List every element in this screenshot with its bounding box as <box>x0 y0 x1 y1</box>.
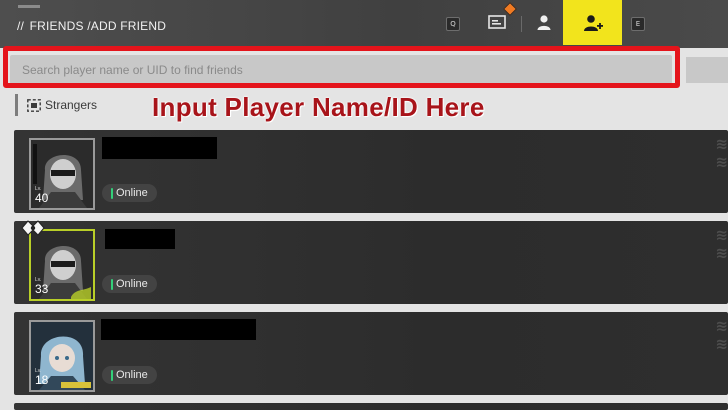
breadcrumb: // FRIENDS /ADD FRIEND <box>17 19 166 33</box>
instruction-annotation: Input Player Name/ID Here <box>152 92 485 122</box>
tab-strangers[interactable]: Strangers <box>15 94 135 116</box>
search-bar-extension <box>686 57 728 83</box>
card-watermark: ≋ ≋ <box>715 227 728 262</box>
status-label: Online <box>116 369 148 381</box>
add-friend-tab-button[interactable] <box>563 0 622 45</box>
redacted-player-name <box>105 229 175 249</box>
list-item[interactable] <box>14 403 728 410</box>
card-watermark: ≋ ≋ <box>715 318 728 353</box>
add-friend-icon <box>583 14 603 31</box>
level-badge: Lv. 33 <box>35 277 48 295</box>
online-indicator <box>111 369 113 381</box>
avatar[interactable]: Lv. 40 <box>29 138 95 210</box>
level-value: 33 <box>35 282 49 296</box>
redacted-player-name <box>102 137 217 159</box>
breadcrumb-current: /ADD FRIEND <box>87 19 167 33</box>
key-hint-e: E <box>631 17 645 31</box>
list-item[interactable]: Lv. 40 Online ≋ ≋ <box>14 130 728 213</box>
online-indicator <box>111 187 113 199</box>
stranger-icon <box>27 98 41 112</box>
status-label: Online <box>116 187 148 199</box>
level-badge: Lv. 40 <box>35 186 48 204</box>
breadcrumb-root[interactable]: FRIENDS <box>30 19 84 33</box>
status-badge: Online <box>102 275 157 293</box>
redacted-player-name <box>101 319 256 340</box>
top-bar: // FRIENDS /ADD FRIEND Q E <box>0 0 728 48</box>
message-icon <box>488 15 506 29</box>
list-item[interactable]: Lv. 18 Online ≋ ≋ <box>14 312 728 395</box>
list-item[interactable]: Lv. 33 Online ≋ ≋ <box>14 221 728 304</box>
team-emblem-icon <box>21 220 45 236</box>
online-indicator <box>111 278 113 290</box>
nav-divider <box>521 16 522 32</box>
breadcrumb-separator: // <box>17 19 25 33</box>
friends-list-tab-button[interactable] <box>524 0 564 44</box>
avatar[interactable]: Lv. 18 <box>29 320 95 392</box>
status-badge: Online <box>102 184 157 202</box>
tab-strangers-label: Strangers <box>45 98 98 112</box>
profile-icon <box>537 15 551 30</box>
card-watermark: ≋ ≋ <box>715 136 728 171</box>
breadcrumb-decoration <box>18 5 40 8</box>
status-badge: Online <box>102 366 157 384</box>
status-label: Online <box>116 278 148 290</box>
level-value: 18 <box>35 373 49 387</box>
level-badge: Lv. 18 <box>35 368 48 386</box>
key-hint-q: Q <box>446 17 460 31</box>
level-value: 40 <box>35 191 49 205</box>
avatar[interactable]: Lv. 33 <box>29 229 95 301</box>
search-highlight-frame <box>3 46 680 88</box>
